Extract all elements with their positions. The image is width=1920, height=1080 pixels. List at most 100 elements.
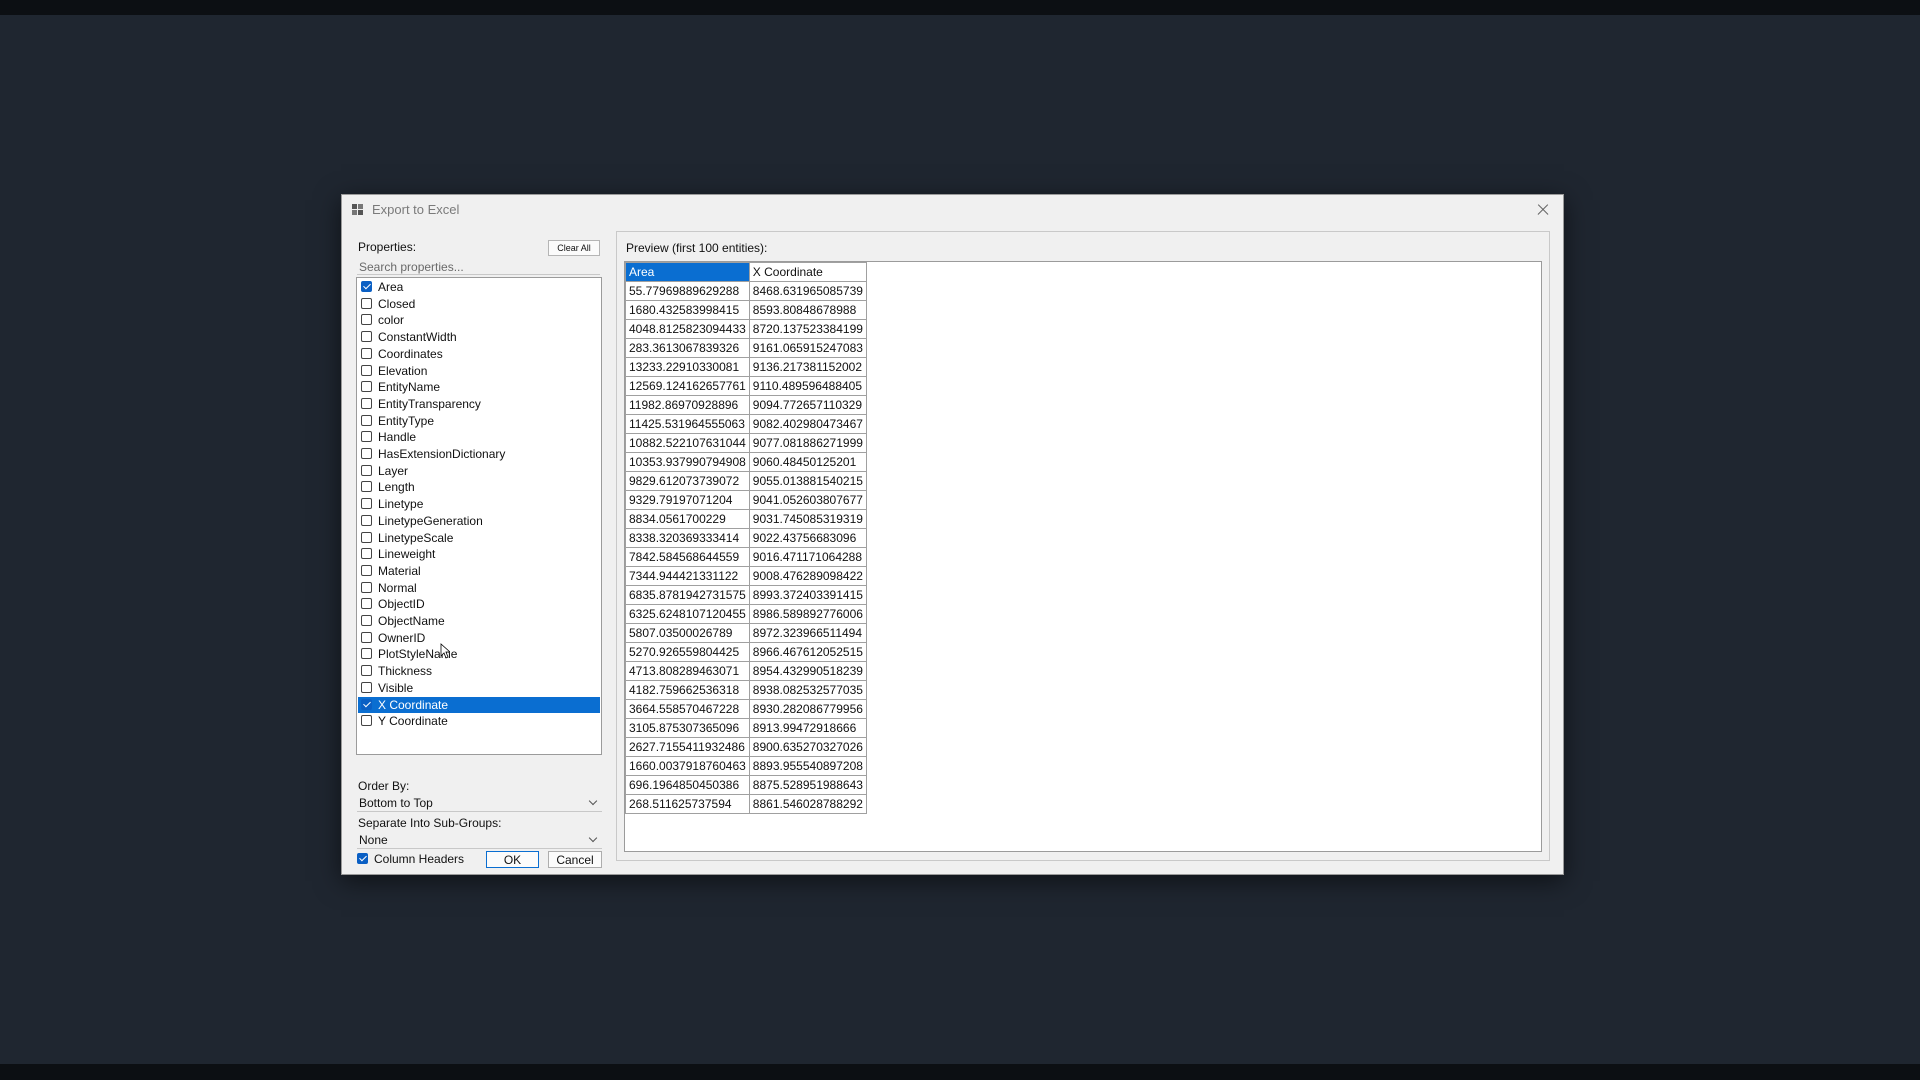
cell-x-coordinate[interactable]: 8900.635270327026	[748, 737, 867, 757]
property-checkbox[interactable]	[361, 548, 372, 560]
cell-area[interactable]: 10353.937990794908	[625, 452, 750, 472]
cell-area[interactable]: 7344.944421331122	[625, 566, 750, 586]
property-checkbox[interactable]	[361, 297, 372, 309]
cell-x-coordinate[interactable]: 9008.476289098422	[748, 566, 867, 586]
cell-x-coordinate[interactable]: 9077.081886271999	[748, 433, 867, 453]
property-checkbox[interactable]	[361, 581, 372, 593]
property-item[interactable]: ObjectName	[358, 613, 600, 629]
cell-x-coordinate[interactable]: 8893.955540897208	[748, 756, 867, 776]
cell-x-coordinate[interactable]: 9041.052603807677	[748, 490, 867, 510]
cell-x-coordinate[interactable]: 8913.99472918666	[748, 718, 867, 738]
cell-x-coordinate[interactable]: 9055.013881540215	[748, 471, 867, 491]
property-item[interactable]: Coordinates	[358, 346, 600, 362]
cell-x-coordinate[interactable]: 8954.432990518239	[748, 661, 867, 681]
cell-area[interactable]: 1680.432583998415	[625, 300, 750, 320]
cell-area[interactable]: 9329.79197071204	[625, 490, 750, 510]
property-checkbox[interactable]	[361, 347, 372, 359]
property-item[interactable]: Thickness	[358, 663, 600, 679]
properties-list[interactable]: Area Closed color ConstantWidth Coordinates E…	[356, 277, 602, 755]
property-item[interactable]: Visible	[358, 680, 600, 696]
cell-x-coordinate[interactable]: 9161.065915247083	[748, 338, 867, 358]
property-item[interactable]: HasExtensionDictionary	[358, 446, 600, 462]
cell-area[interactable]: 8338.320369333414	[625, 528, 750, 548]
cell-area[interactable]: 7842.584568644559	[625, 547, 750, 567]
property-item[interactable]: EntityName	[358, 379, 600, 395]
cell-area[interactable]: 6325.6248107120455	[625, 604, 750, 624]
property-checkbox[interactable]	[361, 364, 372, 376]
property-item[interactable]: Lineweight	[358, 546, 600, 562]
cell-area[interactable]: 6835.8781942731575	[625, 585, 750, 605]
cell-x-coordinate[interactable]: 9031.745085319319	[748, 509, 867, 529]
property-item[interactable]: Closed	[358, 296, 600, 312]
property-checkbox[interactable]	[361, 648, 372, 660]
property-checkbox[interactable]	[361, 464, 372, 476]
search-input[interactable]	[357, 259, 600, 275]
cell-x-coordinate[interactable]: 8972.323966511494	[748, 623, 867, 643]
property-item[interactable]: LinetypeGeneration	[358, 513, 600, 529]
cell-area[interactable]: 3664.558570467228	[625, 699, 750, 719]
cell-x-coordinate[interactable]: 8966.467612052515	[748, 642, 867, 662]
property-checkbox[interactable]	[361, 498, 372, 510]
clear-all-button[interactable]: Clear All	[548, 240, 600, 256]
property-item[interactable]: ObjectID	[358, 596, 600, 612]
cell-area[interactable]: 9829.612073739072	[625, 471, 750, 491]
ok-button[interactable]: OK	[486, 851, 539, 868]
property-checkbox[interactable]	[361, 665, 372, 677]
cell-x-coordinate[interactable]: 8468.631965085739	[748, 281, 867, 301]
cell-x-coordinate[interactable]: 8993.372403391415	[748, 585, 867, 605]
property-checkbox[interactable]	[361, 514, 372, 526]
cell-x-coordinate[interactable]: 8593.80848678988	[748, 300, 867, 320]
cell-area[interactable]: 13233.22910330081	[625, 357, 750, 377]
cell-area[interactable]: 4182.759662536318	[625, 680, 750, 700]
cell-x-coordinate[interactable]: 9082.402980473467	[748, 414, 867, 434]
cell-x-coordinate[interactable]: 9136.217381152002	[748, 357, 867, 377]
property-item[interactable]: Linetype	[358, 496, 600, 512]
property-checkbox[interactable]	[361, 331, 372, 343]
property-checkbox[interactable]	[361, 531, 372, 543]
cell-area[interactable]: 12569.124162657761	[625, 376, 750, 396]
property-checkbox[interactable]	[361, 698, 372, 710]
cell-x-coordinate[interactable]: 9094.772657110329	[748, 395, 867, 415]
cell-x-coordinate[interactable]: 8986.589892776006	[748, 604, 867, 624]
column-header-x-coordinate[interactable]: X Coordinate	[748, 262, 867, 282]
property-checkbox[interactable]	[361, 381, 372, 393]
cell-area[interactable]: 3105.875307365096	[625, 718, 750, 738]
cell-x-coordinate[interactable]: 8875.528951988643	[748, 775, 867, 795]
cell-area[interactable]: 696.1964850450386	[625, 775, 750, 795]
cell-area[interactable]: 4048.8125823094433	[625, 319, 750, 339]
property-item[interactable]: EntityType	[358, 413, 600, 429]
preview-grid[interactable]: Area X Coordinate 55.77969889629288 8468.…	[624, 261, 1542, 852]
property-checkbox[interactable]	[361, 314, 372, 326]
cell-x-coordinate[interactable]: 9022.43756683096	[748, 528, 867, 548]
column-headers-checkbox[interactable]	[357, 853, 368, 864]
property-checkbox[interactable]	[361, 481, 372, 493]
property-checkbox[interactable]	[361, 448, 372, 459]
property-checkbox[interactable]	[361, 414, 372, 426]
cell-x-coordinate[interactable]: 8861.546028788292	[748, 794, 867, 814]
property-item[interactable]: Handle	[358, 429, 600, 445]
column-header-area[interactable]: Area	[625, 262, 750, 282]
cancel-button[interactable]: Cancel	[548, 851, 602, 868]
property-checkbox[interactable]	[361, 615, 372, 626]
property-checkbox[interactable]	[361, 281, 372, 292]
order-by-select[interactable]: Bottom to Top	[357, 795, 602, 812]
property-item[interactable]: Length	[358, 479, 600, 495]
cell-area[interactable]: 55.77969889629288	[625, 281, 750, 301]
property-checkbox[interactable]	[361, 598, 372, 610]
cell-area[interactable]: 11982.86970928896	[625, 395, 750, 415]
property-item[interactable]: Normal	[358, 580, 600, 596]
property-checkbox[interactable]	[361, 397, 372, 409]
subgroups-select[interactable]: None	[357, 832, 602, 849]
cell-area[interactable]: 5807.03500026789	[625, 623, 750, 643]
cell-area[interactable]: 10882.522107631044	[625, 433, 750, 453]
cell-x-coordinate[interactable]: 8930.282086779956	[748, 699, 867, 719]
property-item[interactable]: Layer	[358, 463, 600, 479]
property-checkbox[interactable]	[361, 681, 372, 693]
property-checkbox[interactable]	[361, 431, 372, 443]
cell-x-coordinate[interactable]: 9060.48450125201	[748, 452, 867, 472]
property-item[interactable]: color	[358, 312, 600, 328]
property-item[interactable]: PlotStyleName	[358, 646, 600, 662]
property-item[interactable]: Area	[358, 279, 600, 295]
cell-area[interactable]: 2627.7155411932486	[625, 737, 750, 757]
property-item[interactable]: Y Coordinate	[358, 713, 600, 729]
